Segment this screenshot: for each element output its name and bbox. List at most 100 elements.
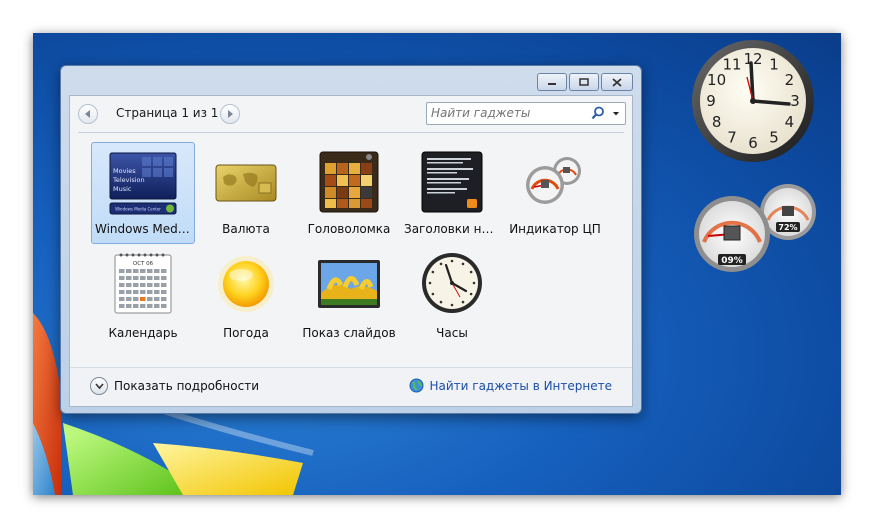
gadget-label: Показ слайдов [302, 326, 396, 340]
get-gadgets-online-link[interactable]: Найти гаджеты в Интернете [409, 378, 612, 393]
show-details-label[interactable]: Показать подробности [114, 379, 259, 393]
toolbar: Страница 1 из 1 [78, 102, 626, 128]
chevron-down-icon[interactable] [90, 377, 108, 395]
clock-numeral: 7 [727, 128, 737, 146]
calendar-day-cell [161, 304, 167, 308]
arrow-left-icon [85, 110, 90, 118]
calendar-day-cell [133, 269, 139, 273]
minimize-icon [548, 83, 556, 85]
calendar-day-cell [140, 304, 146, 308]
close-icon [612, 77, 622, 87]
desktop-cpu-meter-gadget[interactable]: 72% 09% [690, 180, 818, 272]
clock-numeral: 6 [748, 134, 758, 152]
gadget-weather[interactable]: Погода [194, 246, 298, 348]
clock-tick [431, 270, 435, 274]
calendar-day-cell [147, 304, 153, 308]
gadget-news-headlines[interactable]: Заголовки нов… [400, 142, 504, 244]
clock-numeral: 8 [712, 113, 722, 131]
gadget-label: Windows Media… [95, 222, 194, 236]
clock-numeral: 5 [769, 128, 779, 146]
gadgets-panel: Страница 1 из 1 Найти гаджеты Movies Tel… [69, 95, 633, 407]
sun-thumb [218, 256, 274, 312]
show-details-toggle[interactable]: Показать подробности [90, 377, 259, 395]
chevron-down-icon[interactable] [610, 106, 622, 120]
gadget-label: Часы [436, 326, 468, 340]
clock-tick [472, 281, 476, 285]
calendar-day-cell [133, 276, 139, 280]
clock-numeral: 2 [785, 71, 795, 89]
gadget-cpu-meter[interactable]: Индикатор ЦП [503, 142, 607, 244]
clock-numeral: 9 [706, 92, 716, 110]
calendar-day-cell [140, 269, 146, 273]
puzzle-thumb [319, 151, 379, 213]
gadget-label: Календарь [108, 326, 178, 340]
calendar-day-cell [126, 304, 132, 308]
clock-numeral: 1 [769, 56, 779, 74]
cpu-meter-thumb [526, 157, 581, 204]
slideshow-thumb [318, 260, 380, 308]
calendar-thumb: OCT 06 [114, 253, 172, 314]
search-icon[interactable] [591, 106, 605, 120]
clock-tick [439, 300, 443, 304]
calendar-day-cell [154, 290, 160, 294]
clock-numeral: 10 [707, 71, 726, 89]
calendar-day-cell [133, 304, 139, 308]
gadget-label: Индикатор ЦП [509, 222, 601, 236]
next-page-button[interactable] [220, 104, 240, 124]
wmc-line-music: Music [113, 185, 132, 193]
gadget-clock[interactable]: Часы [400, 246, 504, 348]
search-input[interactable] [431, 105, 581, 120]
calendar-day-cell [119, 297, 125, 301]
prev-page-button[interactable] [78, 104, 98, 124]
desktop-clock-gadget[interactable]: 12 12 3 45678 9 1011 [690, 39, 818, 165]
search-box [426, 102, 626, 125]
clock-tick [469, 270, 473, 274]
gadget-windows-media-center[interactable]: Movies Television Music Windows Media Ce… [91, 142, 195, 244]
clock-tick [431, 292, 435, 296]
dialog-footer: Показать подробности Найти гаджеты в Инт… [70, 367, 632, 406]
calendar-day-cell [126, 276, 132, 280]
calendar-day-cell [140, 297, 146, 301]
calendar-day-cell [147, 290, 153, 294]
clock-numeral: 11 [722, 56, 741, 74]
gadget-slideshow[interactable]: Показ слайдов [297, 246, 401, 348]
calendar-day-cell [133, 283, 139, 287]
calendar-day-cell [161, 269, 167, 273]
clock-numeral: 3 [790, 92, 800, 110]
calendar-day-cell [154, 283, 160, 287]
toolbar-divider [78, 132, 624, 133]
gadget-calendar[interactable]: OCT 06 Календарь [91, 246, 195, 348]
clock-tick [450, 259, 454, 263]
wmc-line-movies: Movies [113, 167, 136, 175]
maximize-button[interactable] [569, 73, 599, 91]
calendar-day-cell [133, 290, 139, 294]
calendar-day-cell [161, 276, 167, 280]
calendar-day-cell [154, 304, 160, 308]
clock-tick [469, 292, 473, 296]
calendar-day-cell [119, 283, 125, 287]
calendar-day-cell [147, 269, 153, 273]
calendar-day-cell [147, 283, 153, 287]
calendar-day-cell [154, 297, 160, 301]
calendar-day-cell [161, 283, 167, 287]
gadget-label: Погода [223, 326, 269, 340]
window-controls [537, 73, 633, 91]
gadget-label: Головоломка [307, 222, 391, 236]
clock-numeral: 12 [743, 50, 762, 68]
gadget-currency[interactable]: Валюта [194, 142, 298, 244]
calendar-day-cell [119, 304, 125, 308]
calendar-day-cell [140, 276, 146, 280]
calendar-day-cell [161, 290, 167, 294]
calendar-day-cell [126, 269, 132, 273]
get-gadgets-online-label[interactable]: Найти гаджеты в Интернете [429, 379, 612, 393]
calendar-month: OCT 06 [133, 261, 154, 267]
wmc-line-television: Television [112, 176, 145, 184]
calendar-day-cell [119, 290, 125, 294]
minimize-button[interactable] [537, 73, 567, 91]
calendar-day-cell [147, 276, 153, 280]
close-button[interactable] [601, 73, 633, 91]
gadget-puzzle[interactable]: Головоломка [297, 142, 401, 244]
clock-numeral: 4 [785, 113, 795, 131]
clock-tick [428, 281, 432, 285]
gadgets-dialog: Страница 1 из 1 Найти гаджеты Movies Tel… [60, 65, 642, 414]
